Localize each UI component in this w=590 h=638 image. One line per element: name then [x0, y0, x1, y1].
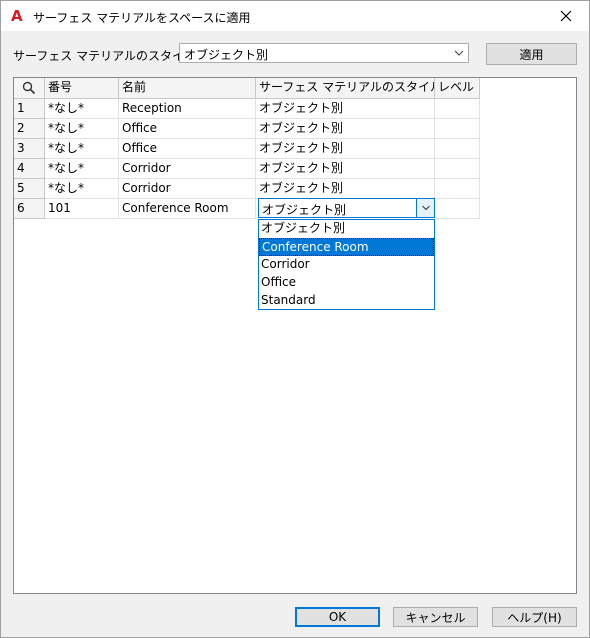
style-dropdown-list: オブジェクト別 Conference Room Corridor Office … — [258, 219, 435, 310]
row-header[interactable]: 4 — [14, 159, 45, 179]
cell-level[interactable] — [435, 199, 480, 219]
column-header-name[interactable]: 名前 — [119, 78, 256, 99]
apply-button[interactable]: 適用 — [486, 43, 577, 65]
cell-style[interactable]: オブジェクト別 — [256, 159, 435, 179]
chevron-down-icon — [421, 205, 430, 211]
column-header-number[interactable]: 番号 — [45, 78, 119, 99]
ok-button[interactable]: OK — [295, 607, 380, 627]
cell-name[interactable]: Corridor — [119, 179, 256, 199]
row-header[interactable]: 1 — [14, 99, 45, 119]
row-style-select[interactable]: オブジェクト別 — [258, 198, 435, 218]
close-icon — [560, 10, 572, 22]
row-header[interactable]: 6 — [14, 199, 45, 219]
cell-name[interactable]: Conference Room — [119, 199, 256, 219]
dropdown-option[interactable]: Standard — [259, 292, 434, 310]
dropdown-option[interactable]: Corridor — [259, 256, 434, 274]
cell-name[interactable]: Corridor — [119, 159, 256, 179]
dialog-window: A サーフェス マテリアルをスペースに適用 サーフェス マテリアルのスタイル: … — [0, 0, 590, 638]
row-style-select-value: オブジェクト別 — [262, 203, 347, 217]
cell-level[interactable] — [435, 139, 480, 159]
title-bar: A サーフェス マテリアルをスペースに適用 — [1, 1, 589, 31]
cell-style[interactable]: オブジェクト別 — [256, 119, 435, 139]
column-header-style[interactable]: サーフェス マテリアルのスタイル — [256, 78, 435, 99]
spaces-table: 番号 名前 サーフェス マテリアルのスタイル レベル 1 *なし* Recept… — [13, 77, 577, 594]
cell-level[interactable] — [435, 99, 480, 119]
cell-number[interactable]: *なし* — [45, 139, 119, 159]
cell-name[interactable]: Reception — [119, 99, 256, 119]
cell-number[interactable]: *なし* — [45, 99, 119, 119]
style-select-value: オブジェクト別 — [184, 48, 269, 62]
dropdown-option[interactable]: オブジェクト別 — [259, 220, 434, 238]
cell-level[interactable] — [435, 179, 480, 199]
cell-number[interactable]: *なし* — [45, 179, 119, 199]
help-button[interactable]: ヘルプ(H) — [492, 607, 577, 627]
cell-style[interactable]: オブジェクト別 — [256, 139, 435, 159]
dropdown-option-selected[interactable]: Conference Room — [259, 238, 434, 256]
cell-number[interactable]: *なし* — [45, 159, 119, 179]
cell-number[interactable]: 101 — [45, 199, 119, 219]
row-header[interactable]: 5 — [14, 179, 45, 199]
cell-number[interactable]: *なし* — [45, 119, 119, 139]
row-header[interactable]: 2 — [14, 119, 45, 139]
surface-material-style-label: サーフェス マテリアルのスタイル: — [13, 49, 201, 63]
column-header-level[interactable]: レベル — [435, 78, 480, 99]
dropdown-toggle-button[interactable] — [416, 199, 434, 217]
close-button[interactable] — [543, 1, 589, 31]
table-search-header[interactable] — [14, 78, 45, 99]
search-icon — [22, 81, 36, 95]
chevron-down-icon — [454, 50, 464, 56]
cell-name[interactable]: Office — [119, 139, 256, 159]
surface-material-style-select[interactable]: オブジェクト別 — [179, 43, 469, 63]
cell-name[interactable]: Office — [119, 119, 256, 139]
dropdown-option[interactable]: Office — [259, 274, 434, 292]
cell-style[interactable]: オブジェクト別 — [256, 179, 435, 199]
cell-level[interactable] — [435, 119, 480, 139]
row-header[interactable]: 3 — [14, 139, 45, 159]
cell-style[interactable]: オブジェクト別 — [256, 99, 435, 119]
cancel-button[interactable]: キャンセル — [393, 607, 478, 627]
cell-level[interactable] — [435, 159, 480, 179]
dialog-title: サーフェス マテリアルをスペースに適用 — [33, 11, 251, 25]
autocad-app-icon: A — [11, 7, 23, 25]
